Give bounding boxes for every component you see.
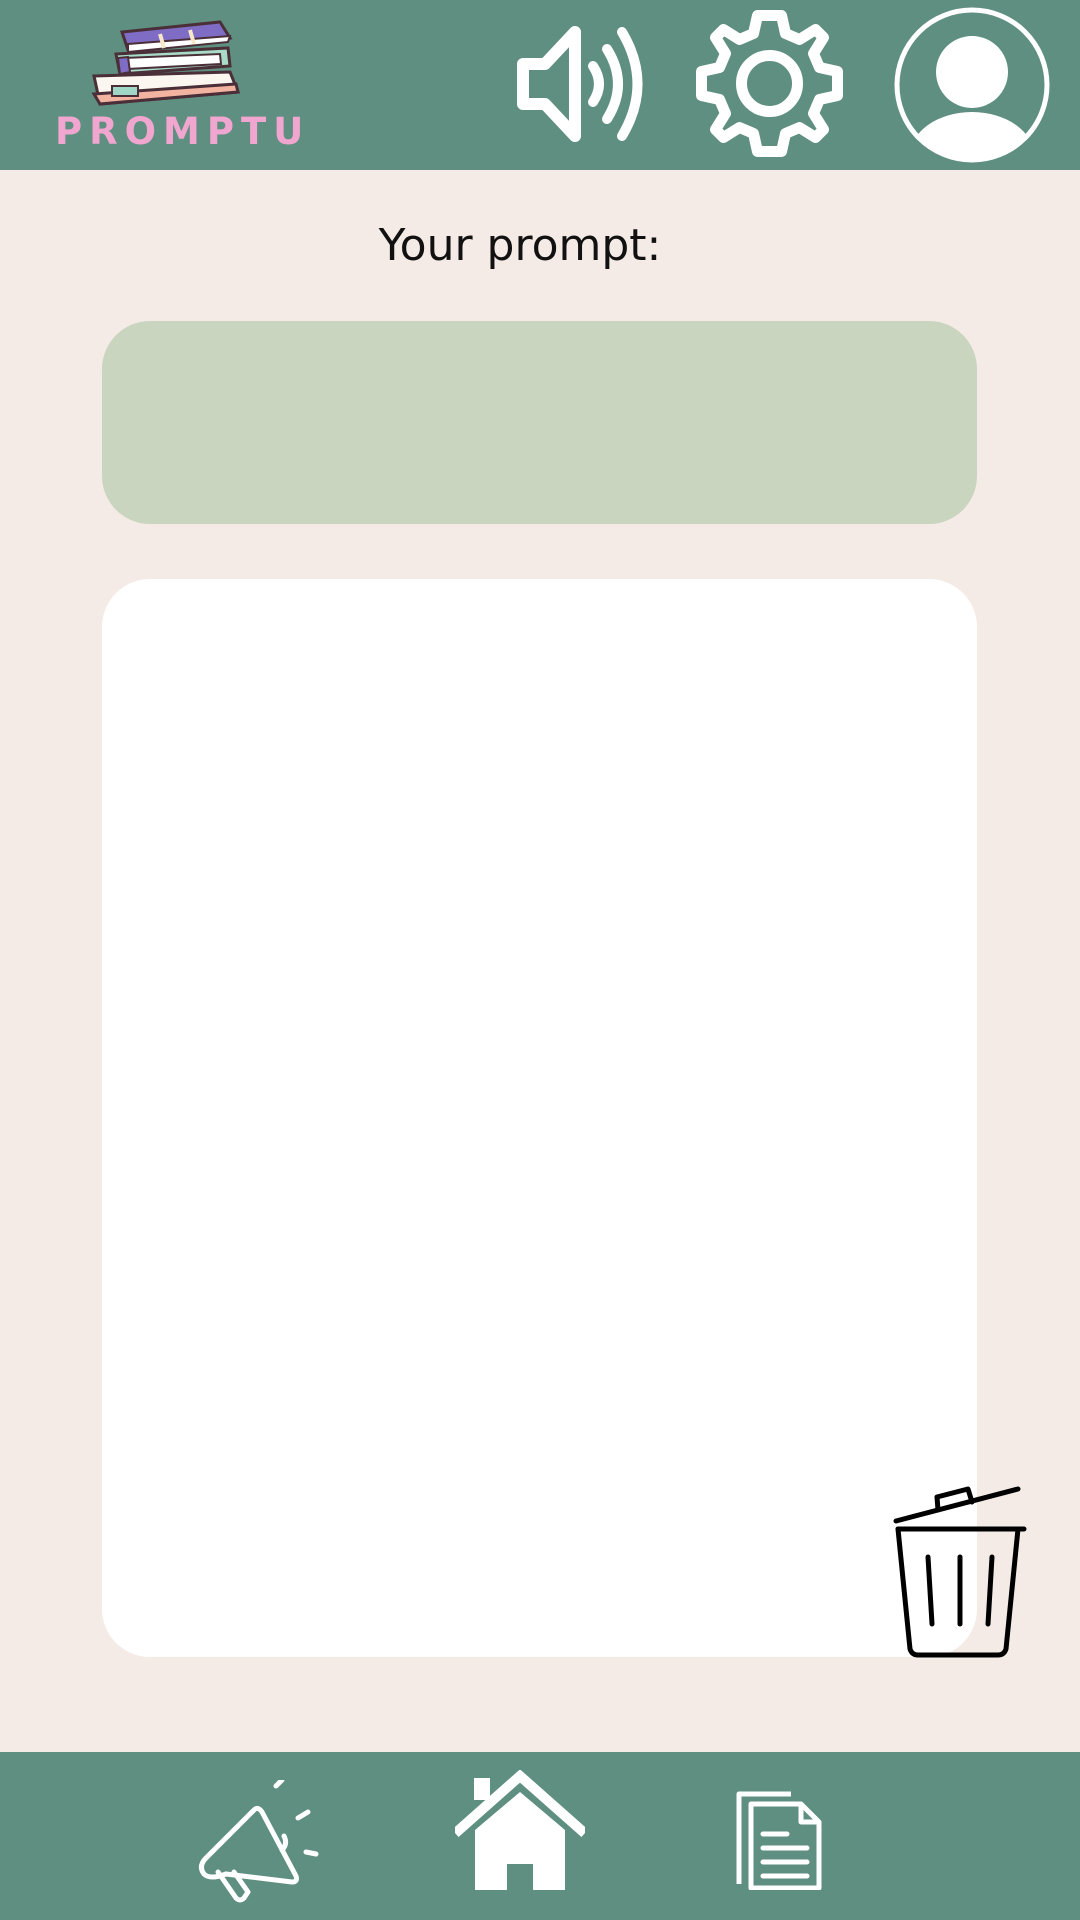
prompt-display-box: [102, 321, 977, 524]
books-logo-icon: [91, 20, 241, 106]
home-icon[interactable]: [455, 1770, 585, 1890]
documents-icon[interactable]: [735, 1790, 825, 1890]
prompt-label: Your prompt:: [378, 220, 662, 271]
megaphone-icon[interactable]: [196, 1780, 326, 1905]
answer-text-area[interactable]: [102, 579, 977, 1657]
user-avatar-icon[interactable]: [893, 6, 1051, 164]
app-logo[interactable]: PROMPTU: [55, 14, 311, 154]
trash-icon[interactable]: [888, 1479, 1028, 1669]
settings-gear-icon[interactable]: [692, 6, 847, 161]
top-bar: PROMPTU: [0, 0, 1080, 170]
logo-text: PROMPTU: [55, 110, 311, 153]
speaker-icon[interactable]: [515, 24, 645, 144]
